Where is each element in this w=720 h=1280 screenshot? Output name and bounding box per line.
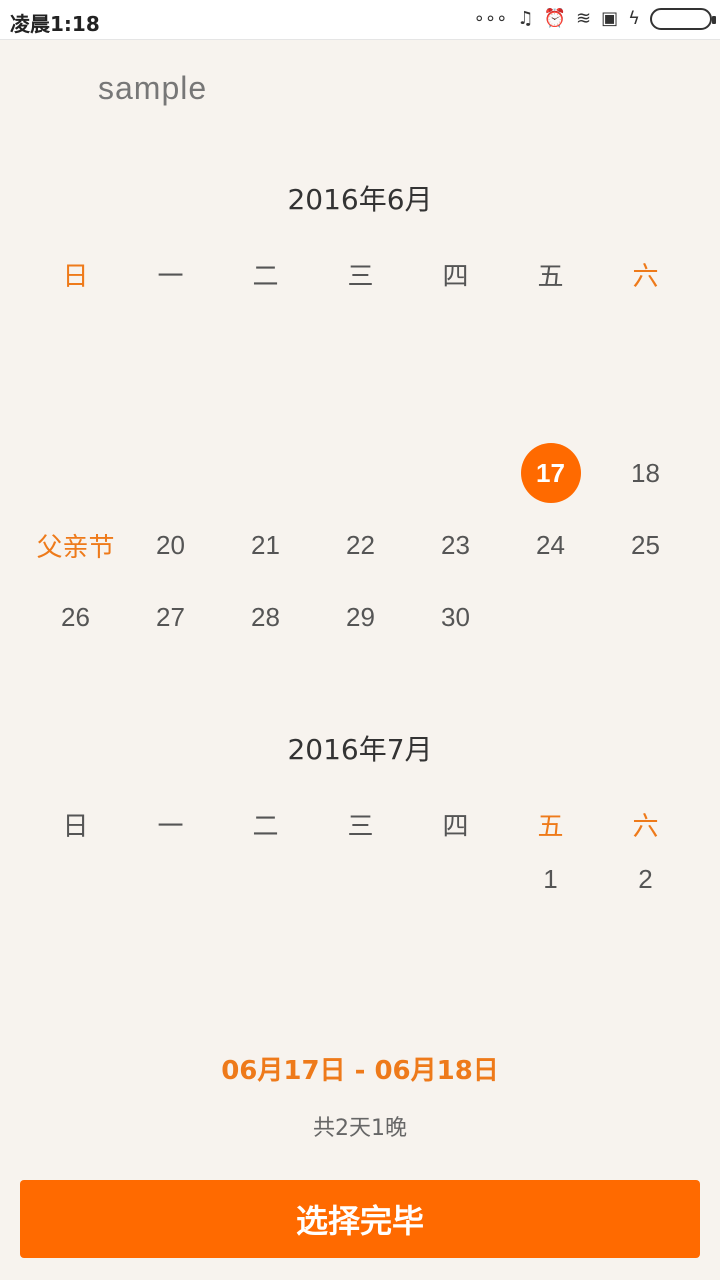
done-button[interactable]: 选择完毕 xyxy=(20,1180,700,1258)
day-25[interactable]: 25 xyxy=(598,530,693,561)
day-1[interactable]: 1 xyxy=(503,864,598,895)
week-row-4: 父亲节 20 21 22 23 24 25 xyxy=(0,509,720,581)
day-29[interactable]: 29 xyxy=(313,602,408,633)
weekday-thu: 四 xyxy=(442,811,469,841)
day-2[interactable]: 2 xyxy=(598,864,693,895)
week-row-empty-1 xyxy=(0,293,720,365)
day-23[interactable]: 23 xyxy=(408,530,503,561)
status-bar: 凌晨1:18 ∘∘∘ ♫ ⏰ ≋ ▣ ϟ xyxy=(0,0,720,40)
day-26[interactable]: 26 xyxy=(28,602,123,633)
day-21[interactable]: 21 xyxy=(218,530,313,561)
status-time: 凌晨1:18 xyxy=(10,12,100,36)
sim-icon: ▣ xyxy=(601,8,619,29)
weekday-fri: 五 xyxy=(537,811,564,841)
weekday-mon: 一 xyxy=(157,811,184,841)
week-row-5: 26 27 28 29 30 xyxy=(0,581,720,653)
weekday-thu: 四 xyxy=(442,261,469,291)
day-27[interactable]: 27 xyxy=(123,602,218,633)
weekday-sat: 六 xyxy=(632,261,659,291)
month-title: 2016年7月 xyxy=(287,733,433,766)
weekday-sun: 日 xyxy=(62,261,89,291)
week-row-empty-2 xyxy=(0,365,720,437)
month-july: 2016年7月 日 一 二 三 四 五 六 1 2 xyxy=(0,730,720,915)
day-30[interactable]: 30 xyxy=(408,602,503,633)
week-row-1: 1 2 xyxy=(0,843,720,915)
day-28[interactable]: 28 xyxy=(218,602,313,633)
weekday-header: 日 一 二 三 四 五 六 xyxy=(0,806,720,843)
day-20[interactable]: 20 xyxy=(123,530,218,561)
weekday-sat: 六 xyxy=(632,811,659,841)
status-icons: ∘∘∘ ♫ ⏰ ≋ ▣ ϟ xyxy=(473,8,716,30)
weekday-mon: 一 xyxy=(157,261,184,291)
day-19-fathers-day[interactable]: 父亲节 xyxy=(28,527,123,564)
day-22[interactable]: 22 xyxy=(313,530,408,561)
day-24[interactable]: 24 xyxy=(503,530,598,561)
signal-dots-icon: ∘∘∘ xyxy=(473,8,508,29)
charging-icon: ϟ xyxy=(628,8,640,29)
week-row-3: 17 18 xyxy=(0,437,720,509)
day-18[interactable]: 18 xyxy=(598,458,693,489)
weekday-wed: 三 xyxy=(347,811,374,841)
wifi-icon: ≋ xyxy=(576,8,592,29)
weekday-header: 日 一 二 三 四 五 六 xyxy=(0,256,720,293)
selected-day-circle: 17 xyxy=(520,443,581,503)
app-title: sample xyxy=(98,70,208,106)
weekday-wed: 三 xyxy=(347,261,374,291)
weekday-tue: 二 xyxy=(252,811,279,841)
nights-summary: 共2天1晚 xyxy=(313,1116,407,1141)
weekday-fri: 五 xyxy=(537,261,564,291)
weekday-sun: 日 xyxy=(62,811,89,841)
alarm-icon: ⏰ xyxy=(543,8,567,29)
weekday-tue: 二 xyxy=(252,261,279,291)
battery-icon xyxy=(650,8,716,30)
day-17-selected[interactable]: 17 xyxy=(503,443,598,503)
month-june: 2016年6月 日 一 二 三 四 五 六 17 18 父亲节 20 21 22… xyxy=(0,180,720,653)
headphones-icon: ♫ xyxy=(517,8,534,29)
selected-range: 06月17日 - 06月18日 xyxy=(221,1056,499,1086)
month-title: 2016年6月 xyxy=(287,183,433,216)
